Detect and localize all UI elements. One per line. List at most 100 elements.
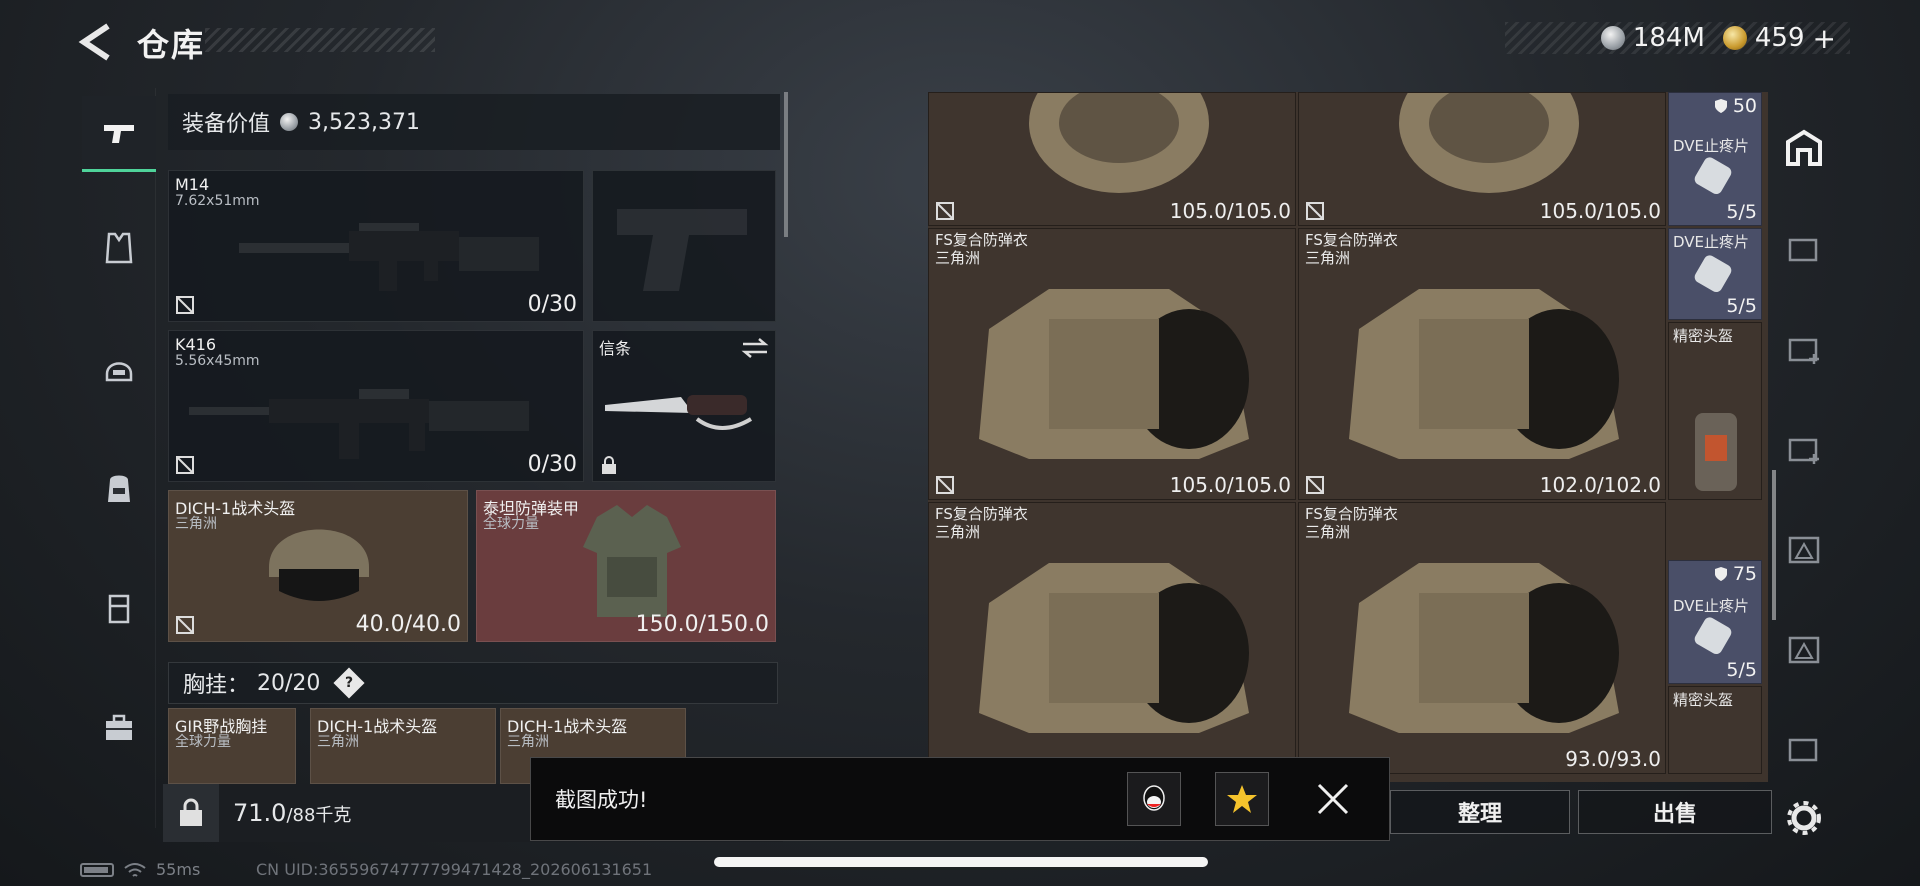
no-insure-icon <box>1306 202 1324 220</box>
stash-item[interactable]: 精密头盔 <box>1668 686 1762 774</box>
nav-case[interactable] <box>82 690 156 766</box>
weight-current: 71.0 <box>233 799 287 827</box>
durability: 102.0/102.0 <box>1539 473 1661 497</box>
ammo-count: 0/30 <box>527 452 577 477</box>
tab-add-stash[interactable] <box>1778 318 1830 378</box>
stash-item[interactable]: 105.0/105.0 <box>1298 92 1666 226</box>
sell-button[interactable]: 出售 <box>1578 790 1772 834</box>
ping-readout: 55ms <box>156 860 201 879</box>
armor-plate-image <box>1695 413 1737 491</box>
no-insure-icon <box>176 616 194 634</box>
tab-stash-gti-2[interactable] <box>1778 718 1830 778</box>
ammo-count: 0/30 <box>527 292 577 317</box>
page-title: 仓库 <box>137 26 206 64</box>
armor-image <box>1349 563 1619 733</box>
item-count: 5/5 <box>1726 659 1757 681</box>
share-qzone-button[interactable] <box>1215 772 1269 826</box>
item-origin: 全球力量 <box>175 734 231 750</box>
no-insure-icon <box>936 476 954 494</box>
rig-item[interactable]: GIR野战胸挂 全球力量 <box>168 708 296 784</box>
melee-slot[interactable]: 信条 <box>592 330 776 482</box>
pistol-slot[interactable] <box>592 170 776 322</box>
shield-icon <box>1714 99 1727 113</box>
primary-weapon-slot[interactable]: M14 7.62x51mm 0/30 <box>168 170 584 322</box>
player-uid: CN UID:36559674777799471428_202606131651 <box>256 860 653 879</box>
weapon-name: K416 <box>175 335 217 354</box>
swap-icon[interactable] <box>741 337 769 359</box>
armor-slot[interactable]: 泰坦防弹装甲 全球力量 150.0/150.0 <box>476 490 776 642</box>
weapon-caliber: 7.62x51mm <box>175 193 260 209</box>
tab-add-stash[interactable] <box>1778 418 1830 478</box>
stash-item[interactable]: 50 DVE止疼片 5/5 <box>1668 92 1762 226</box>
rifle-image <box>239 223 539 291</box>
tab-stash-4[interactable] <box>1778 218 1830 278</box>
add-currency-icon[interactable]: + <box>1813 22 1836 55</box>
briefcase-icon <box>106 714 132 740</box>
silver-amount: 184M <box>1632 23 1705 53</box>
home-indicator[interactable] <box>714 857 1208 867</box>
helmet-origin: 三角洲 <box>175 516 217 532</box>
sort-button[interactable]: 整理 <box>1390 790 1570 834</box>
screenshot-toast: 截图成功! <box>530 757 1390 841</box>
armor-image <box>979 289 1249 459</box>
stash-item[interactable]: DVE止疼片 5/5 <box>1668 228 1762 320</box>
help-icon[interactable]: ? <box>333 667 365 699</box>
stash-item[interactable]: 精密头盔 <box>1668 322 1762 500</box>
nav-helmet[interactable] <box>82 330 156 406</box>
stash-scrollbar[interactable] <box>1772 470 1776 620</box>
backpack-icon <box>108 475 130 502</box>
close-icon[interactable] <box>1313 779 1353 819</box>
title-decoration <box>205 28 435 52</box>
back-icon[interactable] <box>78 22 118 62</box>
qzone-icon <box>1227 785 1257 813</box>
pill-bottle-image <box>1694 255 1732 293</box>
stash-item[interactable]: FS复合防弹衣 三角洲 93.0/93.0 <box>1298 502 1666 774</box>
folder-icon <box>1788 238 1818 262</box>
settings-button[interactable] <box>1778 788 1830 848</box>
chest-rig-header: 胸挂： 20/20 ? <box>168 662 778 704</box>
folder-icon <box>1788 738 1818 762</box>
durability: 93.0/93.0 <box>1565 747 1661 771</box>
armor-image <box>1399 93 1579 193</box>
stash-item[interactable]: FS复合防弹衣 三角洲 102.0/102.0 <box>1298 228 1666 500</box>
weapon-caliber: 5.56x45mm <box>175 353 260 369</box>
nav-weapons[interactable] <box>82 96 156 172</box>
pill-bottle-image <box>1694 157 1732 195</box>
nav-armor[interactable] <box>82 210 156 286</box>
nav-chest-rig[interactable] <box>82 570 156 646</box>
tab-stash-gti[interactable] <box>1778 518 1830 578</box>
stash-item[interactable]: 105.0/105.0 <box>928 92 1296 226</box>
weight-readout: 71.0/88千克 <box>233 799 351 827</box>
item-origin: 三角洲 <box>507 734 549 750</box>
gold-currency[interactable]: 459 + <box>1722 22 1836 55</box>
shield-icon <box>1714 567 1727 581</box>
rig-item[interactable]: DICH-1战术头盔 三角洲 <box>310 708 496 784</box>
gold-coin-icon <box>1722 26 1747 50</box>
chest-rig-label: 胸挂： <box>183 673 250 698</box>
stash-icon <box>1786 129 1822 166</box>
nav-backpack[interactable] <box>82 450 156 526</box>
pistol-placeholder-icon <box>617 209 747 291</box>
share-qq-button[interactable] <box>1127 772 1181 826</box>
durability: 105.0/105.0 <box>1539 199 1661 223</box>
stash-item[interactable]: 75 DVE止疼片 5/5 <box>1668 560 1762 684</box>
durability: 105.0/105.0 <box>1169 473 1291 497</box>
durability: 150.0/150.0 <box>635 612 769 637</box>
stash-item[interactable]: FS复合防弹衣 三角洲 <box>928 502 1296 774</box>
value-coin-icon <box>280 113 299 131</box>
loadout-scrollbar[interactable] <box>784 92 788 237</box>
secondary-weapon-slot[interactable]: K416 5.56x45mm 0/30 <box>168 330 584 482</box>
add-stash-icon <box>1788 438 1819 464</box>
no-insure-icon <box>176 296 194 314</box>
helmet-slot[interactable]: DICH-1战术头盔 三角洲 40.0/40.0 <box>168 490 468 642</box>
chest-rig-count: 20/20 <box>257 670 321 696</box>
armor-image <box>1029 93 1209 193</box>
no-insure-icon <box>1306 476 1324 494</box>
durability: 40.0/40.0 <box>355 612 461 637</box>
tab-stash-home[interactable] <box>1778 118 1830 178</box>
tab-stash-iv[interactable] <box>1778 618 1830 678</box>
stash-item[interactable]: FS复合防弹衣 三角洲 105.0/105.0 <box>928 228 1296 500</box>
item-count: 5/5 <box>1726 295 1757 317</box>
qq-icon <box>1143 785 1165 811</box>
currency-bar: 184M 459 + <box>1505 22 1850 55</box>
